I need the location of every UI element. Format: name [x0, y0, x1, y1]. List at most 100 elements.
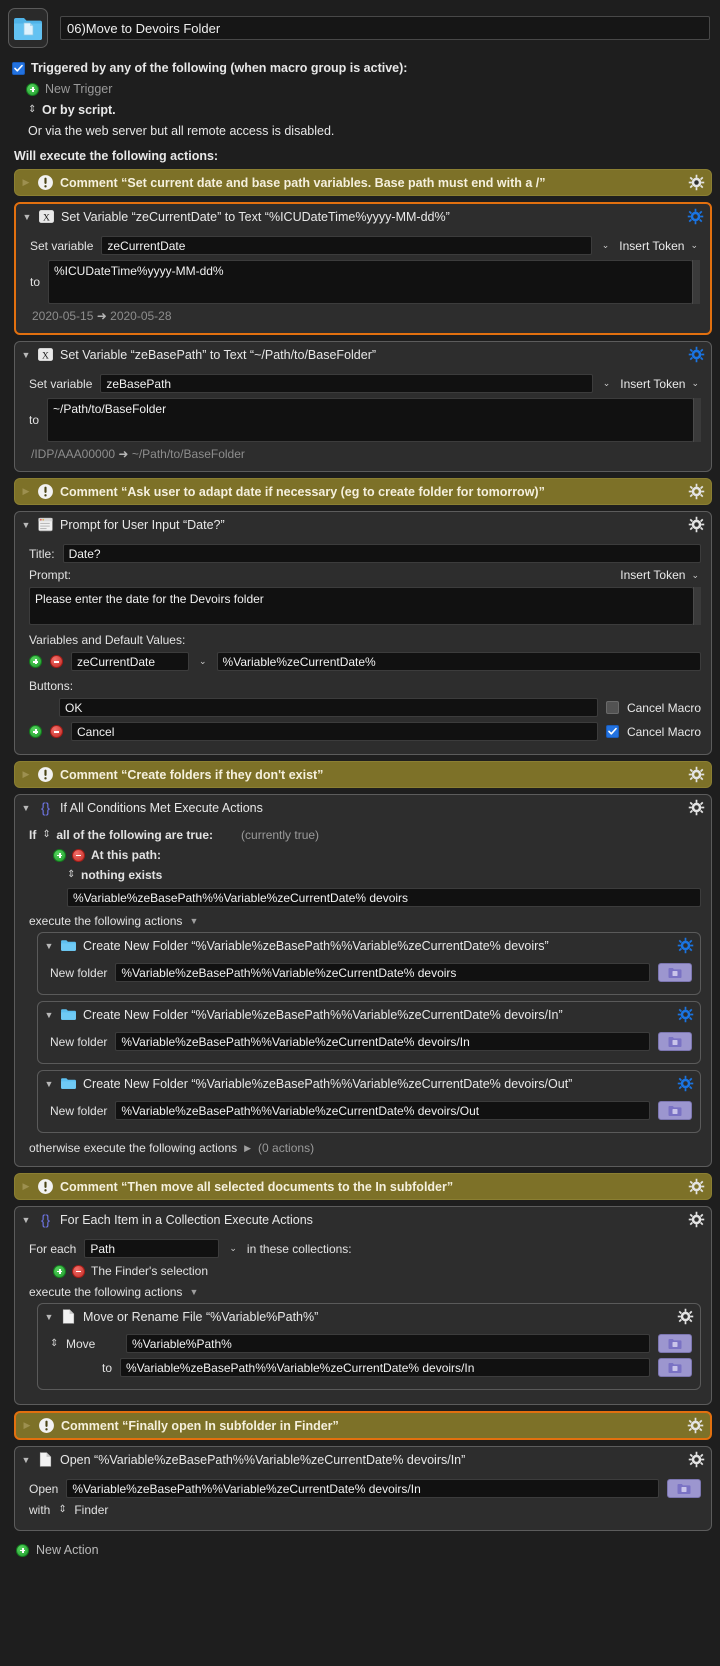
chevron-down-icon[interactable]: ⌄: [197, 656, 209, 667]
add-collection-plus-icon[interactable]: [53, 1264, 66, 1278]
collection-item-label[interactable]: The Finder's selection: [91, 1264, 208, 1278]
macro-name-input[interactable]: 06)Move to Devoirs Folder: [60, 16, 710, 40]
folder-picker-button[interactable]: [658, 1032, 692, 1051]
prompt-default-input[interactable]: %Variable%zeCurrentDate%: [216, 652, 701, 671]
gear-icon[interactable]: [688, 1178, 705, 1195]
cancel-macro-checkbox-ok[interactable]: [605, 701, 619, 714]
with-app-value[interactable]: Finder: [74, 1503, 108, 1517]
condition-path-input[interactable]: %Variable%zeBasePath%%Variable%zeCurrent…: [67, 888, 701, 907]
chevron-down-icon[interactable]: ⌄: [600, 240, 612, 251]
remove-collection-minus-icon[interactable]: [72, 1264, 85, 1278]
or-by-script-row[interactable]: ⇕ Or by script.: [12, 103, 710, 117]
button-label-input-cancel[interactable]: Cancel: [71, 722, 598, 741]
disclosure-triangle-icon[interactable]: ▼: [21, 520, 31, 530]
for-each-type-select[interactable]: Path: [84, 1239, 220, 1258]
gear-icon[interactable]: [688, 346, 705, 363]
disclosure-triangle-icon[interactable]: ▶: [22, 1420, 32, 1431]
variable-name-input[interactable]: zeBasePath: [100, 374, 593, 393]
gear-icon[interactable]: [687, 208, 704, 225]
folder-picker-button[interactable]: [658, 963, 692, 982]
disclosure-triangle-icon[interactable]: ▶: [21, 1181, 31, 1192]
macro-icon[interactable]: [8, 8, 48, 48]
stepper-icon[interactable]: ⇕: [28, 105, 36, 115]
folder-picker-button[interactable]: [658, 1358, 692, 1377]
stepper-icon[interactable]: ⇕: [50, 1338, 58, 1349]
prompt-text-textarea[interactable]: Please enter the date for the Devoirs fo…: [29, 587, 693, 625]
gear-icon[interactable]: [688, 516, 705, 533]
folder-picker-button[interactable]: [667, 1479, 701, 1498]
action-comment-create-folders[interactable]: ▶ Comment “Create folders if they don't …: [14, 761, 712, 788]
remove-condition-minus-icon[interactable]: [72, 848, 85, 862]
scrollbar[interactable]: [693, 587, 701, 625]
prompt-variable-input[interactable]: zeCurrentDate: [71, 652, 189, 671]
action-open-file[interactable]: ▼ Open “%Variable%zeBasePath%%Variable%z…: [14, 1446, 712, 1531]
add-variable-plus-icon[interactable]: [29, 655, 42, 668]
move-source-input[interactable]: %Variable%Path%: [126, 1334, 650, 1353]
condition-mode-label[interactable]: all of the following are true:: [56, 828, 213, 842]
add-condition-plus-icon[interactable]: [53, 848, 66, 862]
add-button-plus-icon[interactable]: [29, 725, 42, 738]
disclosure-triangle-icon[interactable]: ▼: [21, 1455, 31, 1465]
new-folder-input[interactable]: %Variable%zeBasePath%%Variable%zeCurrent…: [115, 963, 650, 982]
gear-icon[interactable]: [677, 937, 694, 954]
action-comment-move-documents[interactable]: ▶ Comment “Then move all selected docume…: [14, 1173, 712, 1200]
chevron-down-icon[interactable]: ⌄: [227, 1243, 239, 1254]
new-folder-input[interactable]: %Variable%zeBasePath%%Variable%zeCurrent…: [115, 1032, 650, 1051]
disclosure-triangle-icon[interactable]: ▶: [244, 1143, 251, 1154]
stepper-icon[interactable]: ⇕: [67, 870, 75, 880]
disclosure-triangle-icon[interactable]: ▼: [189, 916, 198, 926]
disclosure-triangle-icon[interactable]: ▶: [21, 769, 31, 780]
cancel-macro-checkbox-cancel[interactable]: [605, 725, 619, 738]
action-if-all-conditions-met[interactable]: ▼ {} If All Conditions Met Execute Actio…: [14, 794, 712, 1167]
action-set-variable-zecurrentdate[interactable]: ▼ X Set Variable “zeCurrentDate” to Text…: [14, 202, 712, 335]
gear-icon[interactable]: [688, 174, 705, 191]
action-create-new-folder-devoirs[interactable]: ▼ Create New Folder “%Variable%zeBasePat…: [37, 932, 701, 995]
variable-name-input[interactable]: zeCurrentDate: [101, 236, 592, 255]
action-create-new-folder-devoirs-out[interactable]: ▼ Create New Folder “%Variable%zeBasePat…: [37, 1070, 701, 1133]
gear-icon[interactable]: [688, 766, 705, 783]
disclosure-triangle-icon[interactable]: ▼: [44, 941, 54, 951]
stepper-icon[interactable]: ⇕: [42, 830, 50, 840]
prompt-title-input[interactable]: Date?: [62, 544, 701, 563]
gear-icon[interactable]: [688, 483, 705, 500]
gear-icon[interactable]: [688, 1211, 705, 1228]
gear-icon[interactable]: [677, 1075, 694, 1092]
action-comment-open-in-subfolder[interactable]: ▶ Comment “Finally open In subfolder in …: [14, 1411, 712, 1440]
folder-picker-button[interactable]: [658, 1334, 692, 1353]
to-value-textarea[interactable]: %ICUDateTime%yyyy-MM-dd%: [48, 260, 692, 304]
to-value-textarea[interactable]: ~/Path/to/BaseFolder: [47, 398, 693, 442]
new-folder-input[interactable]: %Variable%zeBasePath%%Variable%zeCurrent…: [115, 1101, 650, 1120]
action-prompt-for-user-input[interactable]: ▼ Prompt for User Input “Date?” Title: D…: [14, 511, 712, 755]
action-create-new-folder-devoirs-in[interactable]: ▼ Create New Folder “%Variable%zeBasePat…: [37, 1001, 701, 1064]
action-comment-set-current-date[interactable]: ▶ Comment “Set current date and base pat…: [14, 169, 712, 196]
action-set-variable-zebasepath[interactable]: ▼ X Set Variable “zeBasePath” to Text “~…: [14, 341, 712, 472]
scrollbar[interactable]: [693, 398, 701, 442]
gear-icon[interactable]: [688, 1451, 705, 1468]
condition-operator[interactable]: nothing exists: [81, 868, 162, 882]
disclosure-triangle-icon[interactable]: ▼: [21, 350, 31, 360]
disclosure-triangle-icon[interactable]: ▼: [22, 212, 32, 222]
trigger-enabled-row[interactable]: Triggered by any of the following (when …: [12, 61, 710, 75]
scrollbar[interactable]: [692, 260, 700, 304]
gear-icon[interactable]: [688, 799, 705, 816]
disclosure-triangle-icon[interactable]: ▼: [44, 1079, 54, 1089]
action-move-or-rename-file[interactable]: ▼ Move or Rename File “%Variable%Path%” …: [37, 1303, 701, 1390]
gear-icon[interactable]: [687, 1417, 704, 1434]
trigger-checkbox[interactable]: [12, 61, 25, 75]
remove-variable-minus-icon[interactable]: [50, 655, 63, 668]
disclosure-triangle-icon[interactable]: ▼: [44, 1312, 54, 1322]
gear-icon[interactable]: [677, 1308, 694, 1325]
disclosure-triangle-icon[interactable]: ▼: [44, 1010, 54, 1020]
new-action-row[interactable]: New Action: [0, 1537, 720, 1567]
insert-token-menu[interactable]: Insert Token ⌄: [620, 377, 701, 391]
add-trigger-plus-icon[interactable]: [26, 82, 39, 96]
disclosure-triangle-icon[interactable]: ▶: [21, 177, 31, 188]
remove-button-minus-icon[interactable]: [50, 725, 63, 738]
move-operation-label[interactable]: Move: [66, 1337, 118, 1351]
gear-icon[interactable]: [677, 1006, 694, 1023]
disclosure-triangle-icon[interactable]: ▶: [21, 486, 31, 497]
disclosure-triangle-icon[interactable]: ▼: [189, 1287, 198, 1297]
open-path-input[interactable]: %Variable%zeBasePath%%Variable%zeCurrent…: [66, 1479, 659, 1498]
stepper-icon[interactable]: ⇕: [58, 1505, 66, 1515]
chevron-down-icon[interactable]: ⌄: [601, 378, 613, 389]
